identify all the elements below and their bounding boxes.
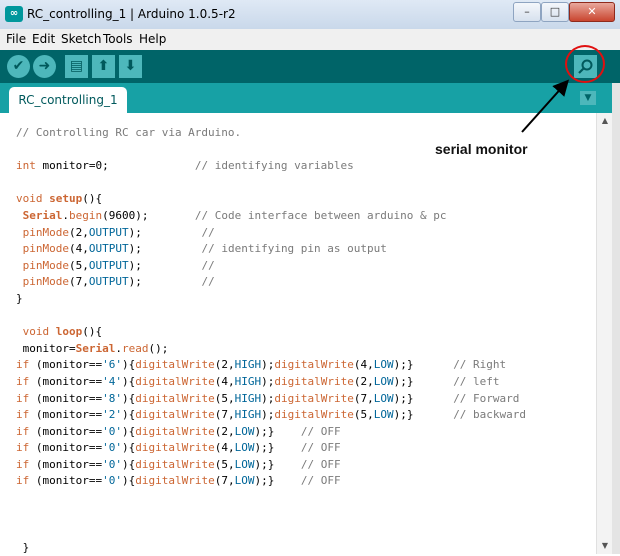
code-line: } <box>16 291 23 305</box>
check-icon: ✔ <box>12 58 25 74</box>
code-line: pinMode(7,OUTPUT); // <box>22 275 215 289</box>
maximize-button[interactable]: □ <box>541 2 569 22</box>
code-line: if (monitor=='6'){digitalWrite(2,HIGH);d… <box>16 358 507 372</box>
title-bar: ∞ RC_controlling_1 | Arduino 1.0.5-r2 – … <box>0 0 620 29</box>
right-arrow-icon: ➜ <box>38 58 51 74</box>
verify-button[interactable]: ✔ <box>7 55 30 78</box>
up-arrow-icon: ⬆ <box>97 58 110 74</box>
code-line: if (monitor=='4'){digitalWrite(4,HIGH);d… <box>16 374 500 388</box>
window-title: RC_controlling_1 | Arduino 1.0.5-r2 <box>27 7 236 21</box>
open-button[interactable]: ⬆ <box>92 55 115 78</box>
save-button[interactable]: ⬇ <box>119 55 142 78</box>
triangle-down-icon: ▼ <box>584 93 592 103</box>
code-line: if (monitor=='8'){digitalWrite(5,HIGH);d… <box>16 391 520 405</box>
close-button[interactable]: ✕ <box>569 2 615 22</box>
code-line: if (monitor=='0'){digitalWrite(4,LOW);} … <box>16 441 341 455</box>
code-line: Serial.begin(9600); // Code interface be… <box>22 208 447 222</box>
arduino-logo-icon: ∞ <box>5 6 23 22</box>
window-edge <box>612 83 620 554</box>
code-line: pinMode(4,OUTPUT); // identifying pin as… <box>22 242 387 256</box>
code-line: // Controlling RC car via Arduino. <box>16 126 242 139</box>
new-button[interactable]: ▤ <box>65 55 88 78</box>
scroll-up-icon[interactable]: ▲ <box>597 113 613 129</box>
code-line: int monitor=0; // identifying variables <box>16 159 354 173</box>
code-text: // Controlling RC car via Arduino. int mo… <box>16 125 526 556</box>
menu-bar: File Edit Sketch Tools Help <box>0 29 620 51</box>
tab-rc-controlling-1[interactable]: RC_controlling_1 <box>9 87 127 113</box>
code-line: void setup(){ <box>16 192 103 206</box>
vertical-scrollbar[interactable]: ▲ ▼ <box>596 113 613 554</box>
code-line: pinMode(2,OUTPUT); // <box>22 225 215 239</box>
code-line: if (monitor=='0'){digitalWrite(5,LOW);} … <box>16 457 341 471</box>
tab-menu-button[interactable]: ▼ <box>580 91 596 105</box>
minimize-button[interactable]: – <box>513 2 541 22</box>
code-line: if (monitor=='0'){digitalWrite(7,LOW);} … <box>16 474 341 488</box>
down-arrow-icon: ⬇ <box>124 58 137 74</box>
code-line: if (monitor=='2'){digitalWrite(7,HIGH);d… <box>16 408 527 422</box>
scroll-down-icon[interactable]: ▼ <box>597 538 613 554</box>
upload-button[interactable]: ➜ <box>33 55 56 78</box>
code-line: void loop(){ <box>22 325 103 339</box>
annotation-label: serial monitor <box>435 141 528 157</box>
menu-sketch[interactable]: Sketch <box>61 32 101 46</box>
menu-help[interactable]: Help <box>139 32 166 46</box>
annotation-arrow <box>521 79 570 133</box>
menu-tools[interactable]: Tools <box>103 32 133 46</box>
code-line: monitor=Serial.read(); <box>16 341 169 355</box>
menu-file[interactable]: File <box>6 32 26 46</box>
code-line: pinMode(5,OUTPUT); // <box>22 258 215 272</box>
code-line: if (monitor=='0'){digitalWrite(2,LOW);} … <box>16 424 341 438</box>
menu-edit[interactable]: Edit <box>32 32 55 46</box>
document-icon: ▤ <box>69 58 84 74</box>
